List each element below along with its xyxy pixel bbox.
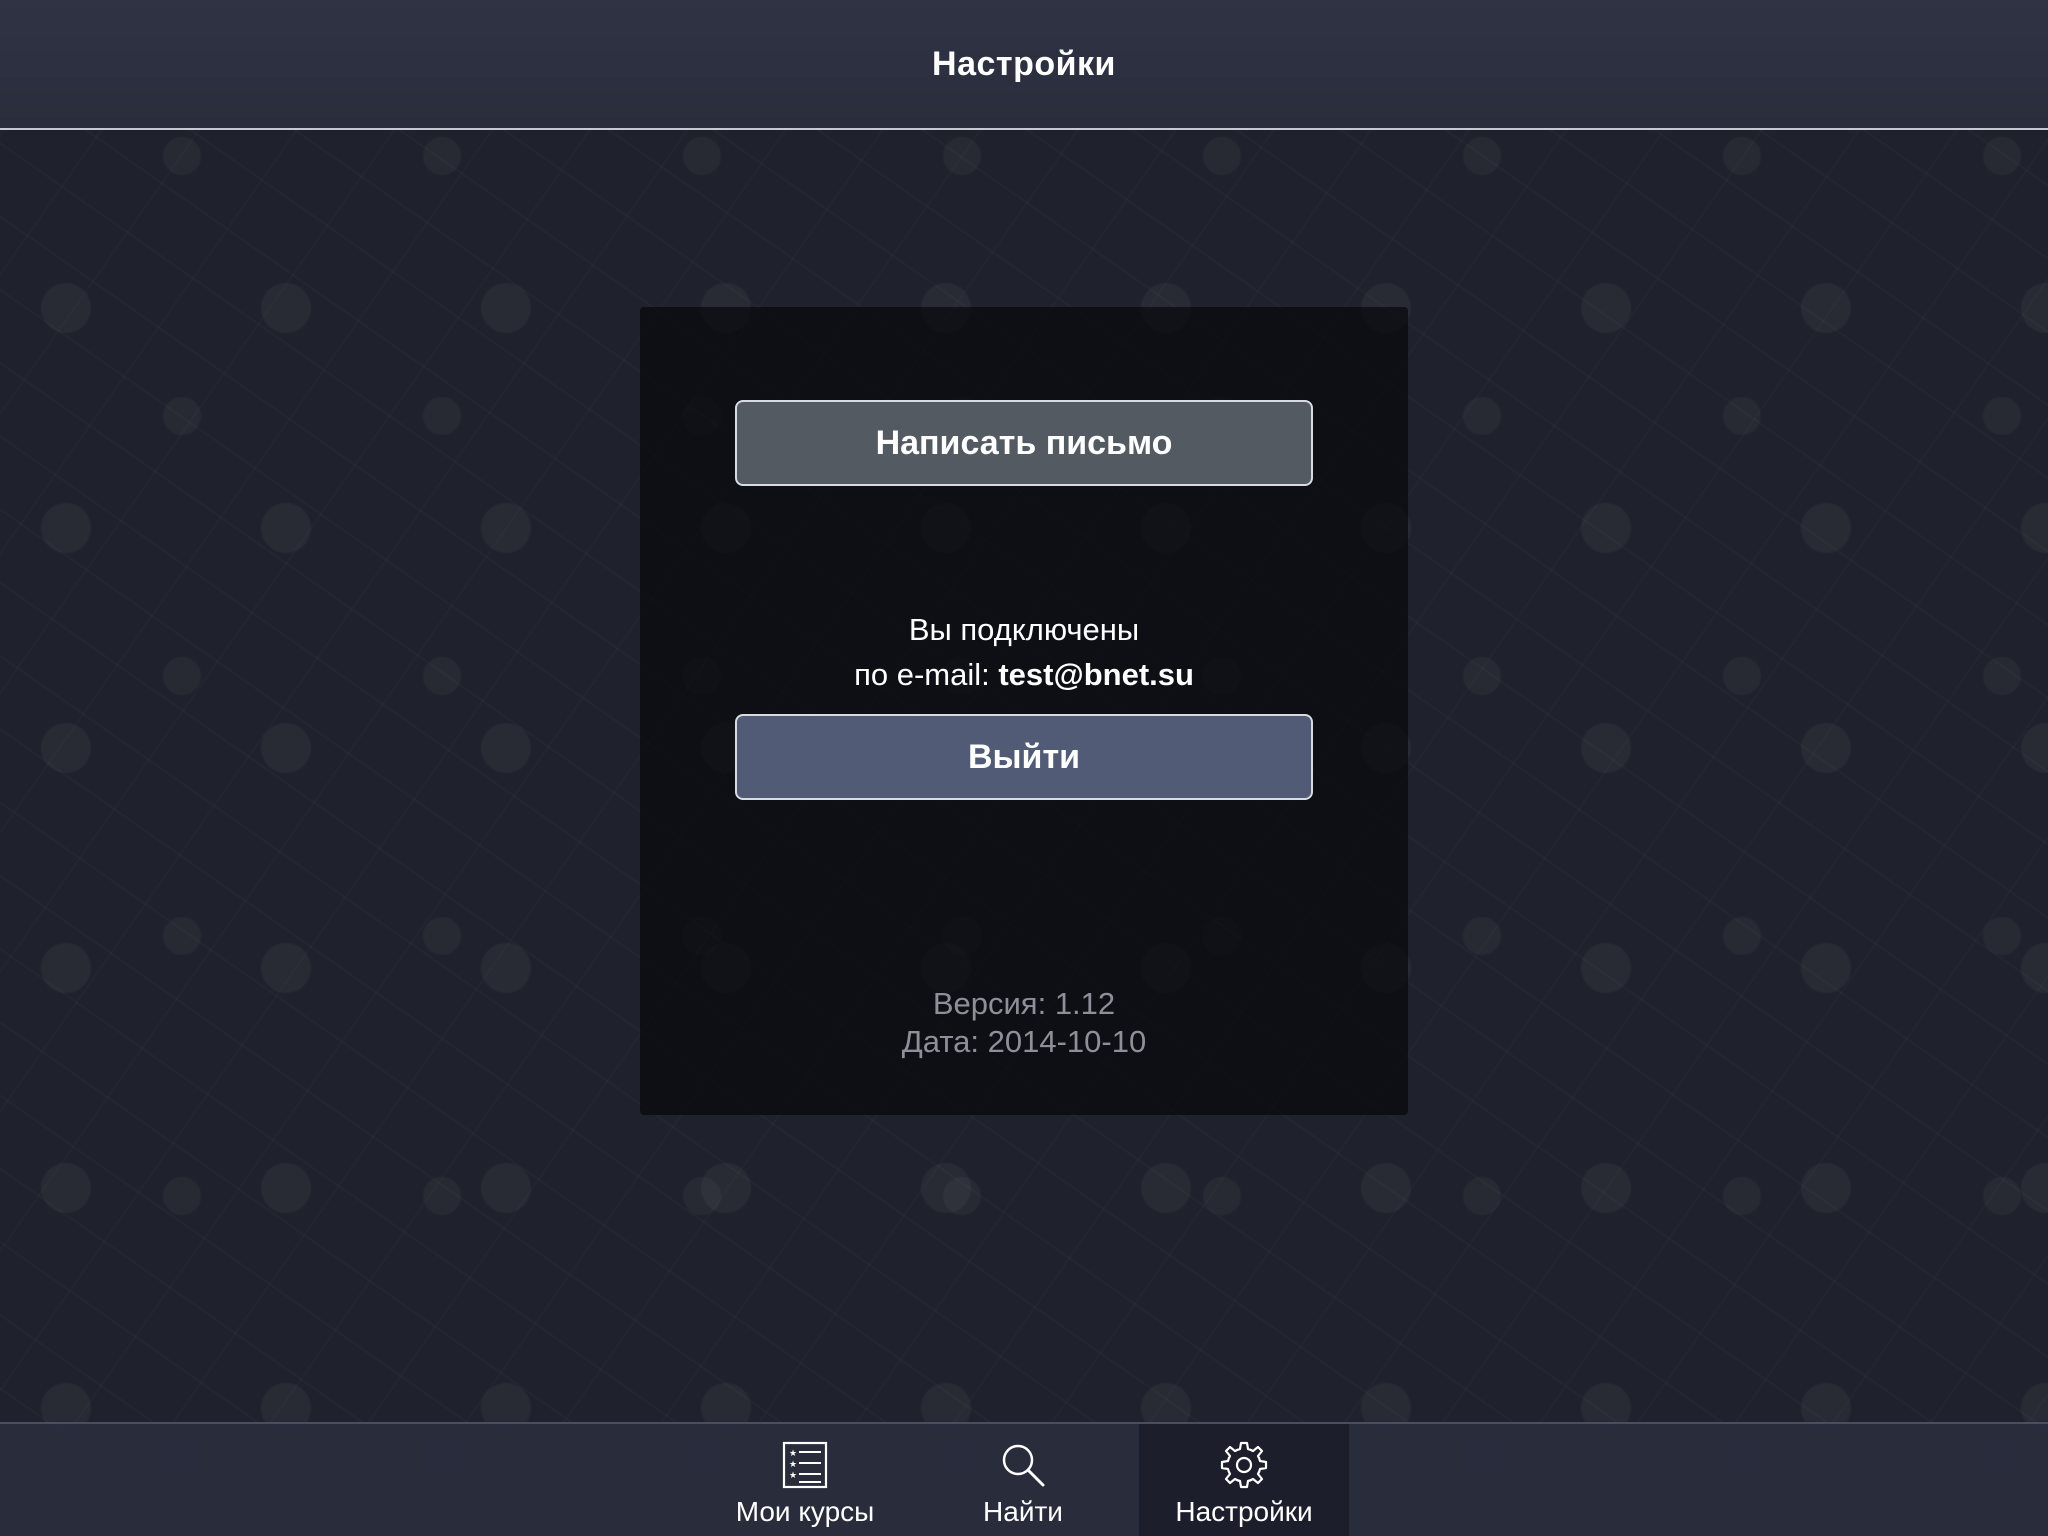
version-label: Версия: 1.12 xyxy=(932,986,1116,1021)
tab-settings-label: Настройки xyxy=(1175,1496,1313,1527)
date-label: Дата: 2014-10-10 xyxy=(901,1024,1147,1059)
tab-search[interactable]: Найти xyxy=(930,1424,1116,1536)
version-info: Версия: 1.12 Дата: 2014-10-10 xyxy=(640,985,1408,1061)
email-prefix: по e-mail: xyxy=(854,657,999,692)
tab-bar: ★ ★ ★ Мои курсы Найти Настройки xyxy=(0,1422,2048,1536)
connected-label: Вы подключены xyxy=(908,612,1140,647)
email-line: по e-mail: test@bnet.su xyxy=(640,652,1408,697)
logout-button[interactable]: Выйти xyxy=(735,714,1313,800)
settings-panel: Написать письмо Вы подключены по e-mail:… xyxy=(640,307,1408,1115)
svg-text:★: ★ xyxy=(789,1449,797,1459)
connection-status: Вы подключены по e-mail: test@bnet.su xyxy=(640,607,1408,697)
svg-text:★: ★ xyxy=(789,1471,797,1481)
svg-text:★: ★ xyxy=(789,1460,797,1470)
gear-icon xyxy=(1220,1441,1268,1489)
tab-my-courses-label: Мои курсы xyxy=(735,1496,875,1527)
page-title: Настройки xyxy=(932,44,1116,83)
write-letter-button[interactable]: Написать письмо xyxy=(735,400,1313,486)
tab-settings[interactable]: Настройки xyxy=(1139,1424,1349,1536)
tab-my-courses[interactable]: ★ ★ ★ Мои курсы xyxy=(710,1424,900,1536)
tab-search-label: Найти xyxy=(983,1496,1063,1527)
search-icon xyxy=(1002,1444,1045,1487)
navigation-bar: Настройки xyxy=(0,0,2048,130)
course-list-icon: ★ ★ ★ xyxy=(782,1441,828,1489)
user-email: test@bnet.su xyxy=(998,657,1194,692)
